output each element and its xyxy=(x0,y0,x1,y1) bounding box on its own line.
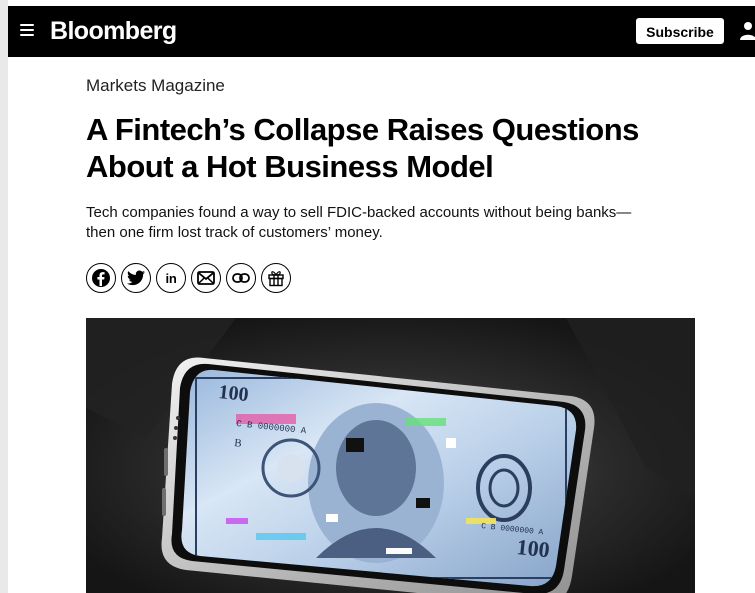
facebook-icon[interactable] xyxy=(86,263,116,293)
smartphone-banknote-illustration: 100 C B 0000000 A B C B 0000000 A 100 xyxy=(86,318,695,593)
browser-left-edge xyxy=(0,0,8,593)
headline-line-2: About a Hot Business Model xyxy=(86,149,494,184)
article-dek: Tech companies found a way to sell FDIC-… xyxy=(86,203,706,243)
email-icon[interactable] xyxy=(191,263,221,293)
hamburger-menu-icon[interactable] xyxy=(20,22,34,36)
article-headline: A Fintech’s Collapse Raises Questions Ab… xyxy=(86,111,726,185)
user-icon[interactable] xyxy=(740,20,755,40)
gift-icon[interactable] xyxy=(261,263,291,293)
linkedin-icon[interactable]: in xyxy=(156,263,186,293)
banknote-corner-value: 100 xyxy=(217,381,249,406)
article-kicker[interactable]: Markets Magazine xyxy=(86,76,225,96)
linkedin-label: in xyxy=(165,270,177,286)
banknote-letter: B xyxy=(234,437,243,450)
twitter-icon[interactable] xyxy=(121,263,151,293)
link-icon[interactable] xyxy=(226,263,256,293)
dek-line-2: then one firm lost track of customers’ m… xyxy=(86,224,383,241)
dek-line-1: Tech companies found a way to sell FDIC-… xyxy=(86,204,632,221)
brand-logo[interactable]: Bloomberg xyxy=(50,17,177,46)
headline-line-1: A Fintech’s Collapse Raises Questions xyxy=(86,112,639,147)
hero-image[interactable]: 100 C B 0000000 A B C B 0000000 A 100 xyxy=(86,318,695,593)
banknote-bottom-value: 100 xyxy=(515,534,550,562)
subscribe-button[interactable]: Subscribe xyxy=(636,18,724,44)
top-navigation-bar: Bloomberg Subscribe xyxy=(8,6,755,57)
share-toolbar: in xyxy=(86,263,291,295)
